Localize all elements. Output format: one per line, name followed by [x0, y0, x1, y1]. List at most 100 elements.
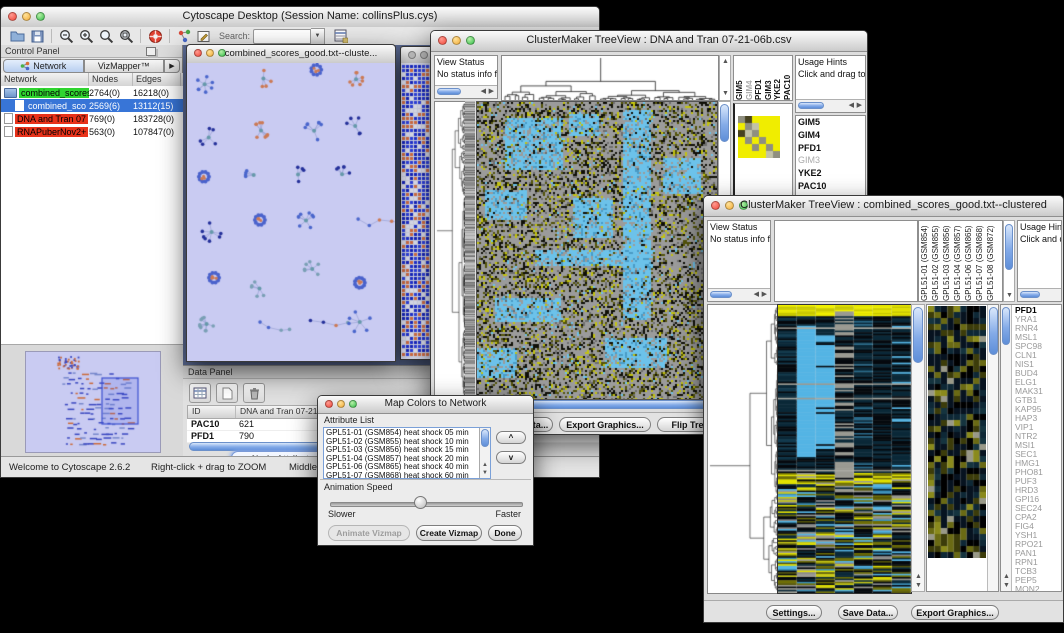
tv2-settings-button[interactable]: Settings...	[766, 605, 822, 620]
tv1-status-scroll-thumb[interactable]	[437, 88, 461, 95]
tv2-gene-scroll-thumb[interactable]	[1002, 307, 1010, 345]
tv1-column-label[interactable]: YKE2	[773, 58, 783, 100]
tv1-column-dendrogram[interactable]	[501, 55, 719, 101]
tv1-export-graphics-button[interactable]: Export Graphics...	[559, 417, 651, 432]
tv2-export-graphics-button[interactable]: Export Graphics...	[911, 605, 999, 620]
tv1-mini-heatmap[interactable]	[738, 116, 780, 158]
tv1-column-label[interactable]: GIM3	[764, 58, 774, 100]
scroll-right-icon[interactable]: ▶	[857, 102, 862, 110]
tv1-column-label[interactable]: PAC10	[783, 58, 793, 100]
close-button[interactable]	[438, 36, 447, 45]
dialog-titlebar[interactable]: Map Colors to Network	[318, 396, 533, 414]
tv2-column-label[interactable]: GPL51-02 (GSM855)	[931, 223, 942, 301]
col-network[interactable]: Network	[1, 73, 89, 86]
tv1-column-label[interactable]: GIM5	[735, 58, 745, 100]
col-edges[interactable]: Edges	[133, 73, 181, 86]
close-button[interactable]	[711, 201, 720, 210]
tv2-row-dendrogram[interactable]	[707, 304, 779, 594]
main-titlebar[interactable]: Cytoscape Desktop (Session Name: collins…	[1, 7, 599, 28]
treeview2-titlebar[interactable]: ClusterMaker TreeView : combined_scores_…	[704, 196, 1063, 217]
tab-network[interactable]: Network	[3, 59, 84, 73]
tv1-vscroll-thumb[interactable]	[720, 104, 729, 142]
animate-vizmap-button[interactable]: Animate Vizmap	[328, 525, 410, 541]
minimize-button[interactable]	[337, 400, 345, 408]
tv1-row-dendrogram[interactable]	[434, 101, 466, 400]
delete-attribute-icon[interactable]	[243, 383, 265, 403]
tv2-column-label[interactable]: GPL51-03 (GSM856)	[942, 223, 953, 301]
tv2-column-label[interactable]: GPL51-04 (GSM857)	[953, 223, 964, 301]
network-row[interactable]: combined_sco 2569(6) 13112(15)	[1, 99, 183, 112]
move-up-button[interactable]: ^	[496, 431, 526, 444]
move-down-button[interactable]: v	[496, 451, 526, 464]
report-table-icon[interactable]	[331, 28, 351, 44]
annotation-icon[interactable]	[194, 28, 214, 44]
col-nodes[interactable]: Nodes	[89, 73, 133, 86]
zoom-out-icon[interactable]	[56, 28, 76, 44]
open-file-icon[interactable]	[7, 28, 27, 44]
tv2-zoom-heatmap[interactable]	[928, 306, 986, 558]
scroll-down-icon[interactable]: ▼	[1006, 292, 1013, 300]
close-button[interactable]	[325, 400, 333, 408]
tv2-gene-item[interactable]: MON2	[1013, 585, 1061, 592]
tv2-heatmap-canvas[interactable]	[777, 304, 912, 594]
tv2-save-data-button[interactable]: Save Data...	[838, 605, 898, 620]
tv2-column-dendrogram-area[interactable]	[774, 220, 918, 302]
scroll-left-icon[interactable]: ◀	[754, 291, 759, 299]
tv2-column-label[interactable]: GPL51-01 (GSM854)	[920, 223, 931, 301]
attribute-scroll-thumb[interactable]	[481, 429, 489, 447]
tv1-column-label[interactable]: GIM4	[745, 58, 755, 100]
search-dropdown-button[interactable]: ▼	[311, 28, 325, 45]
scroll-up-icon[interactable]: ▲	[1003, 573, 1010, 581]
tv1-gene-item[interactable]: PFD1	[796, 142, 865, 155]
tv2-labels-scroll-thumb[interactable]	[1005, 224, 1013, 270]
treeview1-titlebar[interactable]: ClusterMaker TreeView : DNA and Tran 07-…	[431, 31, 867, 52]
minimize-button[interactable]	[420, 51, 428, 59]
done-button[interactable]: Done	[488, 525, 522, 541]
tv2-column-label[interactable]: GPL51-07 (GSM868)	[975, 223, 986, 301]
zoom-in-icon[interactable]	[76, 28, 96, 44]
close-button[interactable]	[8, 12, 17, 21]
minimize-button[interactable]	[452, 36, 461, 45]
minimize-button[interactable]	[206, 49, 214, 57]
tv1-gene-item[interactable]: YKE2	[796, 167, 865, 180]
minimize-button[interactable]	[22, 12, 31, 21]
network-row[interactable]: RNAPuberNov2+ 563(0) 107847(0)	[1, 125, 183, 138]
scroll-up-icon[interactable]: ▲	[915, 573, 922, 581]
search-input[interactable]	[253, 29, 311, 44]
network-row[interactable]: DNA and Tran 07 769(0) 183728(0)	[1, 112, 183, 125]
tv2-column-label[interactable]: GPL51-08 (GSM872)	[986, 223, 997, 301]
create-vizmap-button[interactable]: Create Vizmap	[416, 525, 482, 541]
tv1-heatmap-canvas[interactable]	[476, 101, 718, 400]
tv1-usage-scroll-thumb[interactable]	[798, 102, 824, 109]
tv2-column-label[interactable]: GPL51-06 (GSM865)	[964, 223, 975, 301]
tv1-column-label[interactable]: PFD1	[754, 58, 764, 100]
save-icon[interactable]	[27, 28, 47, 44]
scroll-up-icon[interactable]: ▲	[482, 461, 488, 469]
float-panel-icon[interactable]	[146, 47, 156, 56]
tv2-usage-scroll-thumb[interactable]	[1020, 291, 1040, 298]
scroll-right-icon[interactable]: ▶	[762, 291, 767, 299]
tabs-overflow-button[interactable]: ▶	[164, 59, 180, 73]
network-window-titlebar[interactable]: combined_scores_good.txt--cluste...	[187, 45, 395, 64]
close-button[interactable]	[194, 49, 202, 57]
tv1-gene-item[interactable]: PAC10	[796, 180, 865, 193]
scroll-down-icon[interactable]: ▼	[722, 90, 729, 98]
close-button[interactable]	[408, 51, 416, 59]
tab-vizmapper[interactable]: VizMapper™	[84, 59, 165, 73]
tv2-heat-scroll-thumb[interactable]	[913, 307, 923, 363]
zoom-selected-icon[interactable]	[116, 28, 136, 44]
tv1-gene-item[interactable]: GIM4	[796, 129, 865, 142]
scroll-up-icon[interactable]: ▲	[722, 58, 729, 66]
node-editor-icon[interactable]	[174, 28, 194, 44]
tv1-gene-item[interactable]: GIM5	[796, 116, 865, 129]
scroll-down-icon[interactable]: ▼	[915, 582, 922, 590]
tv1-gene-item[interactable]: GIM3	[796, 154, 865, 167]
attribute-select-icon[interactable]	[189, 383, 211, 403]
scroll-left-icon[interactable]: ◀	[481, 88, 486, 96]
zoom-fit-icon[interactable]	[96, 28, 116, 44]
network-row[interactable]: combined_scores 2764(0) 16218(0)	[1, 86, 183, 99]
attribute-item[interactable]: GPL51-07 (GSM868) heat shock 60 min	[324, 472, 478, 479]
tv2-status-scroll-thumb[interactable]	[710, 291, 732, 298]
help-lifesaver-icon[interactable]	[145, 28, 165, 44]
scroll-down-icon[interactable]: ▼	[1003, 582, 1010, 590]
